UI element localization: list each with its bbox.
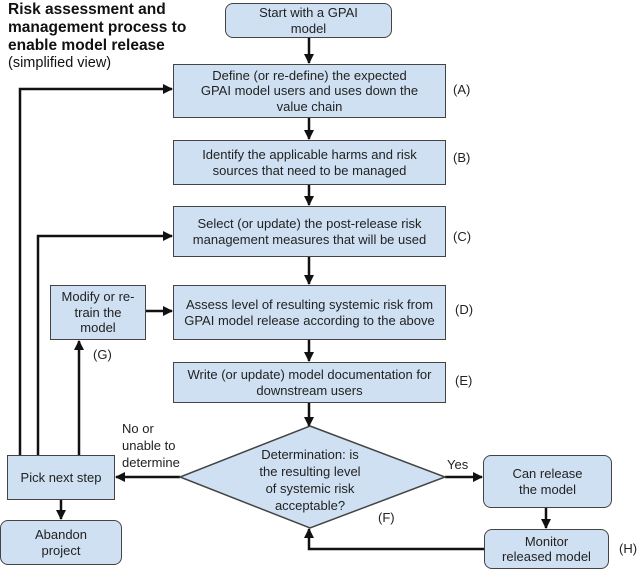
node-abandon: Abandon project — [0, 520, 122, 565]
node-a: Define (or re-define) the expected GPAI … — [173, 64, 446, 118]
node-g-modify: Modify or re-train the model — [50, 285, 146, 340]
node-e: Write (or update) model documentation fo… — [173, 362, 446, 403]
arrow-monitor-to-f — [304, 528, 484, 551]
edge-label-no-line-2: unable to — [122, 438, 176, 453]
tag-c: (C) — [453, 229, 472, 244]
tag-h: (H) — [619, 541, 638, 556]
edge-label-yes: Yes — [447, 457, 469, 472]
decision-line-3: of systemic risk — [265, 481, 355, 496]
tag-f: (F) — [378, 510, 395, 525]
node-b: Identify the applicable harms and risk s… — [173, 140, 446, 185]
node-d: Assess level of resulting systemic risk … — [173, 285, 446, 340]
arrow-pick-to-a — [18, 84, 173, 455]
node-pick-next-step: Pick next step — [7, 455, 115, 500]
node-can-release: Can release the model — [483, 455, 612, 508]
decision-line-1: Determination: is — [261, 447, 359, 462]
tag-a: (A) — [453, 82, 471, 97]
tag-g: (G) — [93, 347, 112, 362]
edge-label-no: No or unable to determine — [122, 420, 180, 471]
node-c: Select (or update) the post-release risk… — [173, 206, 446, 257]
decision-text: Determination: is the resulting level of… — [215, 446, 405, 514]
node-start: Start with a GPAI model — [225, 3, 392, 38]
decision-line-4: acceptable? — [274, 498, 346, 513]
edge-label-no-line-3: determine — [122, 455, 180, 470]
node-monitor: Monitor released model — [484, 529, 609, 569]
tag-b: (B) — [453, 150, 471, 165]
tag-e: (E) — [455, 373, 473, 388]
edge-label-no-line-1: No or — [122, 421, 154, 436]
tag-d: (D) — [455, 302, 474, 317]
decision-line-2: the resulting level — [259, 464, 361, 479]
